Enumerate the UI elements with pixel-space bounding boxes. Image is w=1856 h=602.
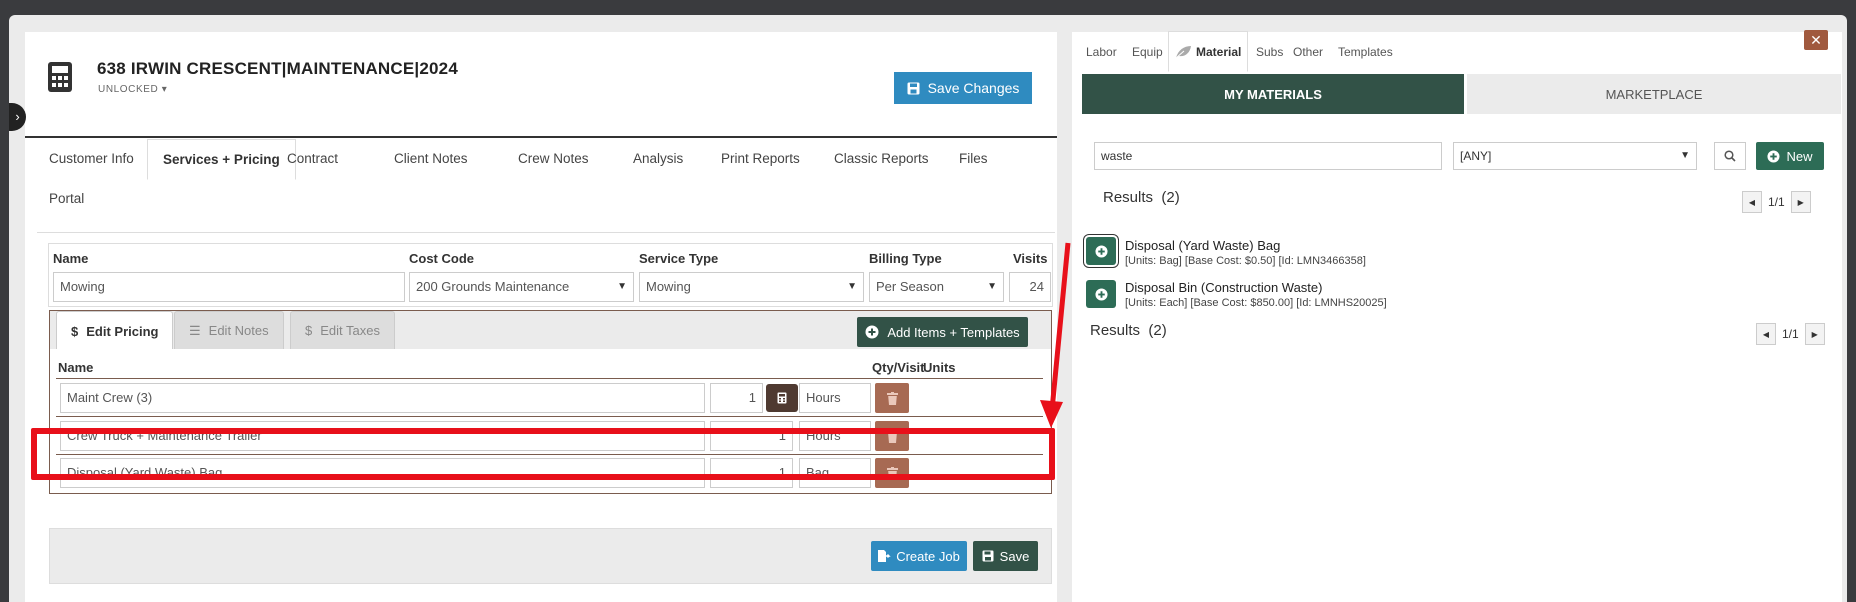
annotation-arrow	[1040, 242, 1071, 428]
